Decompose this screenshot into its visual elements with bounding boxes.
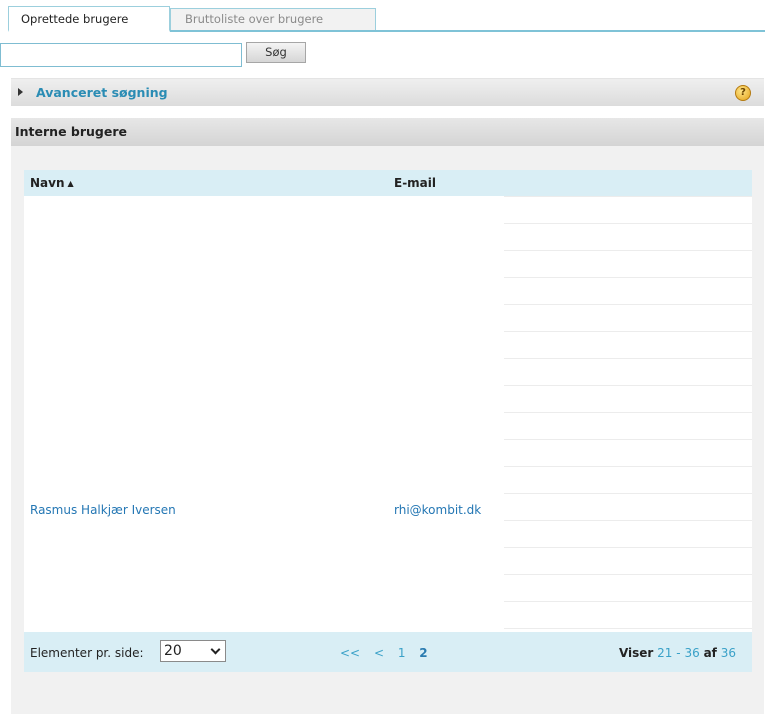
users-table: Navn ▲ E-mail Rasmus Halkjær Iversen rhi@…: [24, 170, 752, 632]
table-header: Navn ▲ E-mail: [24, 170, 752, 196]
viser-total: 36: [720, 646, 736, 660]
search-button[interactable]: Søg: [246, 42, 306, 63]
per-page-select[interactable]: 20: [160, 640, 226, 662]
expand-arrow-icon: [18, 88, 23, 96]
user-name-link[interactable]: Rasmus Halkjær Iversen: [30, 503, 176, 517]
pagination: << < 1 2: [340, 646, 438, 660]
viser-dash: -: [676, 646, 681, 660]
search-input[interactable]: [0, 43, 242, 67]
column-header-name[interactable]: Navn ▲: [30, 176, 74, 190]
per-page-label: Elementer pr. side:: [30, 646, 144, 660]
viser-prefix: Viser: [618, 646, 654, 660]
page-link-1[interactable]: 1: [398, 646, 406, 660]
prev-page-link[interactable]: <: [374, 646, 384, 660]
viser-from: 21: [657, 646, 673, 660]
user-email-link[interactable]: rhi@kombit.dk: [394, 503, 481, 517]
panel-title: Interne brugere: [15, 124, 127, 139]
advanced-search-toggle[interactable]: Avanceret søgning ?: [11, 78, 764, 106]
column-header-name-label: Navn: [30, 176, 65, 190]
help-icon[interactable]: ?: [735, 85, 751, 101]
table-gridlines: [504, 196, 752, 632]
first-page-link[interactable]: <<: [340, 646, 360, 660]
tab-oprettede-brugere[interactable]: Oprettede brugere: [8, 6, 170, 32]
tab-bruttoliste[interactable]: Bruttoliste over brugere: [170, 8, 376, 30]
sort-asc-icon: ▲: [67, 179, 74, 188]
advanced-search-label: Avanceret søgning: [36, 85, 168, 100]
chevron-down-icon: [210, 644, 221, 655]
table-footer: Elementer pr. side: 20 << < 1 2 Viser 21…: [24, 632, 752, 672]
column-header-email[interactable]: E-mail: [394, 176, 436, 190]
panel-header: Interne brugere: [11, 118, 764, 146]
viser-of: af: [703, 646, 717, 660]
tab-bar: Oprettede brugere Bruttoliste over bruge…: [0, 0, 765, 32]
page-link-2-current: 2: [419, 646, 428, 660]
viser-to: 36: [684, 646, 700, 660]
per-page-value: 20: [164, 643, 182, 659]
result-count: Viser 21 - 36 af 36: [619, 646, 736, 660]
internal-users-panel: Interne brugere Navn ▲ E-mail Rasmus Halk…: [11, 118, 764, 714]
